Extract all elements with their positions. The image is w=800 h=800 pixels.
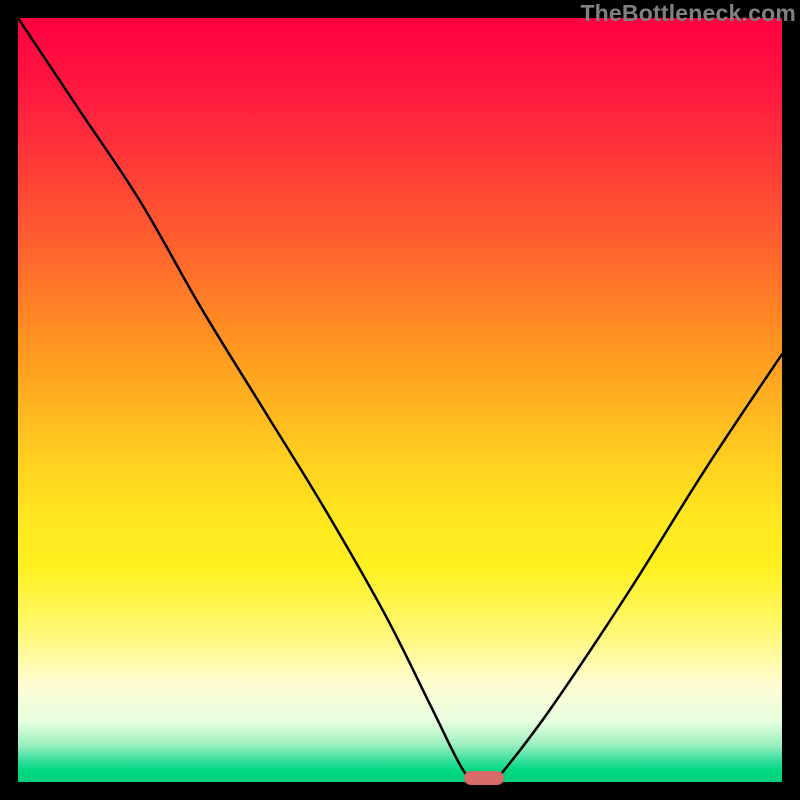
watermark-text: TheBottleneck.com	[580, 0, 796, 27]
chart-container: TheBottleneck.com	[0, 0, 800, 800]
bottleneck-curve	[18, 18, 782, 782]
optimal-marker	[464, 771, 504, 785]
plot-area	[18, 18, 782, 782]
